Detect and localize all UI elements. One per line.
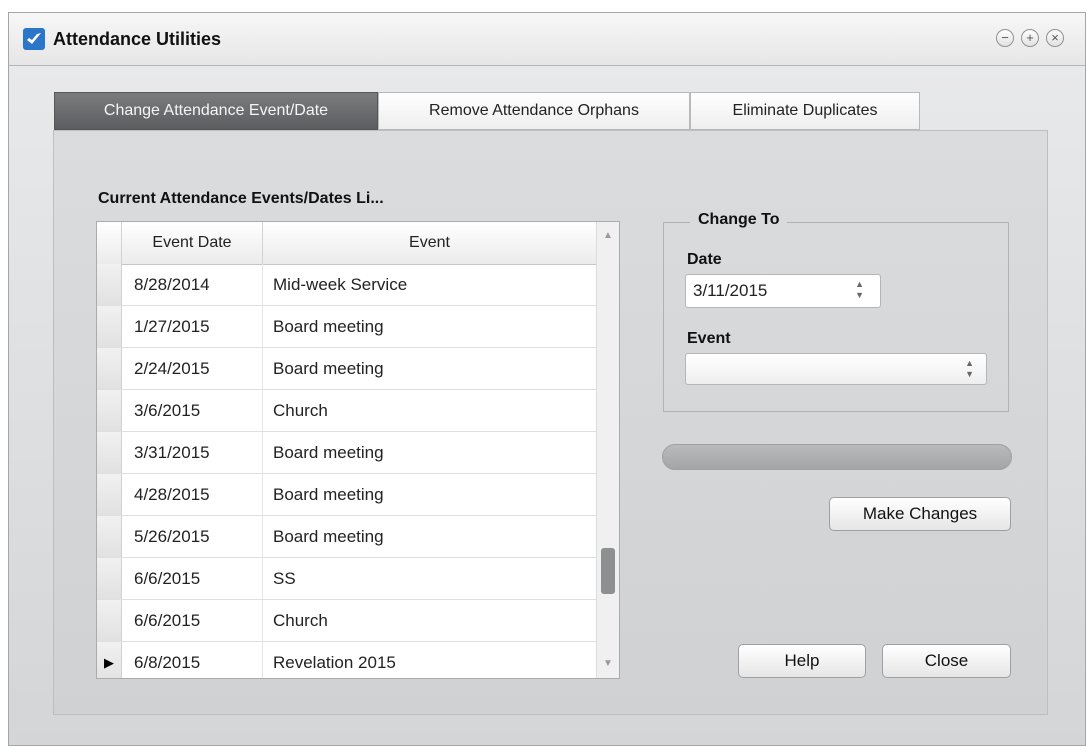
row-selector[interactable] bbox=[97, 558, 122, 599]
event-cell: Church bbox=[273, 611, 328, 630]
scroll-up-arrow-icon[interactable]: ▲ bbox=[597, 226, 619, 246]
event-select[interactable]: ▲ ▼ bbox=[685, 353, 987, 385]
event-date-cell: 3/31/2015 bbox=[122, 432, 263, 473]
event-date-cell: 6/6/2015 bbox=[122, 600, 263, 641]
event-date-cell: 2/24/2015 bbox=[122, 348, 263, 389]
date-value[interactable]: 3/11/2015 bbox=[693, 275, 767, 307]
progress-bar bbox=[662, 444, 1012, 470]
event-date-cell: 4/28/2015 bbox=[122, 474, 263, 515]
event-date-cell: 6/8/2015 bbox=[122, 642, 263, 678]
table-row[interactable]: 6/6/2015 SS bbox=[97, 558, 596, 600]
column-header-event-date[interactable]: Event Date bbox=[122, 222, 263, 264]
close-button[interactable]: Close bbox=[882, 644, 1011, 678]
grid-header: Event Date Event bbox=[97, 222, 596, 265]
event-cell: Mid-week Service bbox=[273, 275, 408, 294]
tab-eliminate-duplicates[interactable]: Eliminate Duplicates bbox=[690, 92, 920, 130]
row-selector[interactable] bbox=[97, 516, 122, 557]
help-button[interactable]: Help bbox=[738, 644, 866, 678]
row-selector[interactable] bbox=[97, 348, 122, 389]
list-title: Current Attendance Events/Dates Li... bbox=[98, 190, 384, 207]
date-spinner[interactable]: 3/11/2015 ▲ ▼ bbox=[685, 274, 881, 308]
date-label: Date bbox=[687, 251, 722, 268]
make-changes-button[interactable]: Make Changes bbox=[829, 497, 1011, 531]
column-header-event[interactable]: Event bbox=[263, 222, 596, 264]
row-selector[interactable] bbox=[97, 306, 122, 347]
change-to-legend: Change To bbox=[690, 211, 788, 229]
table-row[interactable]: 1/27/2015 Board meeting bbox=[97, 306, 596, 348]
event-cell: SS bbox=[273, 569, 296, 588]
event-date-cell: 1/27/2015 bbox=[122, 306, 263, 347]
event-date-cell: 5/26/2015 bbox=[122, 516, 263, 557]
row-selector[interactable] bbox=[97, 264, 122, 305]
table-row[interactable]: 3/31/2015 Board meeting bbox=[97, 432, 596, 474]
vertical-scrollbar[interactable]: ▲ ▼ bbox=[596, 222, 619, 678]
row-selector[interactable] bbox=[97, 474, 122, 515]
event-cell: Board meeting bbox=[273, 443, 384, 462]
scroll-down-arrow-icon[interactable]: ▼ bbox=[597, 654, 619, 674]
event-cell: Board meeting bbox=[273, 527, 384, 546]
minimize-icon[interactable]: − bbox=[996, 29, 1014, 47]
row-selector[interactable] bbox=[97, 390, 122, 431]
event-date-cell: 3/6/2015 bbox=[122, 390, 263, 431]
row-selector[interactable] bbox=[97, 600, 122, 641]
event-cell: Board meeting bbox=[273, 317, 384, 336]
table-row[interactable]: 5/26/2015 Board meeting bbox=[97, 516, 596, 558]
window-title: Attendance Utilities bbox=[53, 29, 222, 49]
close-icon[interactable]: × bbox=[1046, 29, 1064, 47]
header-row-selector bbox=[97, 222, 122, 264]
scrollbar-thumb[interactable] bbox=[601, 548, 615, 594]
title-bar: Attendance Utilities − + × bbox=[9, 13, 1085, 66]
select-arrows-icon[interactable]: ▲ ▼ bbox=[965, 358, 974, 380]
event-label: Event bbox=[687, 330, 731, 347]
table-row[interactable]: 3/6/2015 Church bbox=[97, 390, 596, 432]
app-logo-icon bbox=[23, 28, 45, 50]
event-cell: Board meeting bbox=[273, 359, 384, 378]
event-cell: Church bbox=[273, 401, 328, 420]
table-row[interactable]: 8/28/2014 Mid-week Service bbox=[97, 264, 596, 306]
tab-change-attendance-event-date[interactable]: Change Attendance Event/Date bbox=[54, 92, 378, 130]
table-row[interactable]: 2/24/2015 Board meeting bbox=[97, 348, 596, 390]
event-cell: Board meeting bbox=[273, 485, 384, 504]
event-cell: Revelation 2015 bbox=[273, 653, 396, 672]
spinner-arrows-icon[interactable]: ▲ ▼ bbox=[855, 279, 864, 301]
event-date-cell: 6/6/2015 bbox=[122, 558, 263, 599]
event-date-cell: 8/28/2014 bbox=[122, 264, 263, 305]
maximize-icon[interactable]: + bbox=[1021, 29, 1039, 47]
events-grid[interactable]: Event Date Event 8/28/2014 Mid-week Serv… bbox=[96, 221, 620, 679]
table-row-current[interactable]: ▶ 6/8/2015 Revelation 2015 bbox=[97, 642, 596, 678]
current-row-arrow-icon[interactable]: ▶ bbox=[97, 642, 122, 678]
row-selector[interactable] bbox=[97, 432, 122, 473]
tab-remove-attendance-orphans[interactable]: Remove Attendance Orphans bbox=[378, 92, 690, 130]
table-row[interactable]: 4/28/2015 Board meeting bbox=[97, 474, 596, 516]
table-row[interactable]: 6/6/2015 Church bbox=[97, 600, 596, 642]
